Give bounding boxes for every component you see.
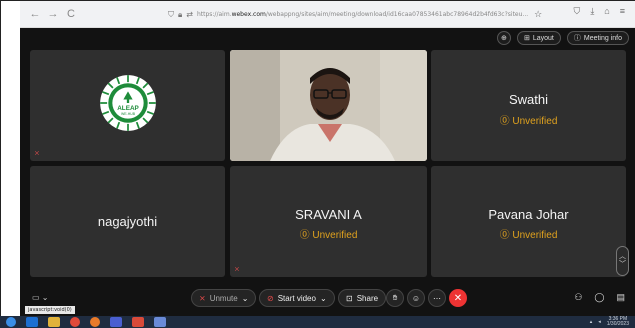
- chevron-up-icon[interactable]: ︿: [619, 253, 626, 261]
- reload-button[interactable]: C: [62, 5, 80, 23]
- layout-label: Layout: [532, 34, 554, 42]
- hand-icon: ✋︎: [392, 293, 398, 302]
- clock[interactable]: 3:36 PM 1/30/2023: [607, 317, 629, 327]
- grid-icon: ⊞: [523, 35, 530, 42]
- volume-icon[interactable]: ◂: [598, 319, 601, 325]
- participant-name: nagajyothi: [97, 214, 158, 229]
- participant-name: Swathi: [508, 92, 549, 107]
- apps-icon[interactable]: ▤: [616, 292, 625, 303]
- logo-text: ALEAP: [117, 105, 139, 112]
- start-video-button[interactable]: ⊘ Start video ⌄: [259, 289, 335, 307]
- reactions-button[interactable]: ☺: [407, 289, 425, 307]
- unverified-badge: ⓪ Unverified: [431, 226, 626, 241]
- unverified-label: Unverified: [312, 230, 358, 241]
- shield-icon: ⛉: [168, 9, 174, 19]
- permissions-icon: ⇄: [186, 10, 193, 19]
- cc-icon: ▭: [32, 293, 40, 302]
- bookmark-star-icon[interactable]: ☆: [534, 10, 542, 20]
- muted-mic-icon: ⨯: [234, 266, 240, 273]
- download-icon[interactable]: ⤓: [590, 6, 594, 17]
- os-taskbar: ▴ ◂ 3:36 PM 1/30/2023: [0, 316, 635, 328]
- chevron-down-icon: ⌄: [41, 293, 49, 302]
- chrome-icon[interactable]: [70, 317, 80, 327]
- browser-actions: ⛉ ⤓ ⌂ ≡: [574, 6, 625, 17]
- browser-toolbar: ← → C ⛉ 🔒︎ ⇄ https://aim. webex.com/webap…: [20, 1, 635, 28]
- unverified-label: Unverified: [512, 116, 558, 127]
- chevron-down-icon: ⌄: [241, 293, 249, 303]
- share-button[interactable]: ⊡ Share: [338, 289, 387, 307]
- participant-name: SRAVANI A: [295, 207, 362, 222]
- unmute-label: Unmute: [209, 293, 238, 303]
- video-off-icon: ⊘: [267, 293, 274, 303]
- participant-tile[interactable]: Swathi ⓪ Unverified: [431, 50, 626, 161]
- participant-tile[interactable]: SRAVANI A ⓪ Unverified ⨯: [230, 166, 427, 277]
- clock-date: 1/30/2023: [606, 321, 629, 327]
- url-prefix: https://aim.: [196, 11, 232, 18]
- right-panel-controls: ⚇ ◯ ▤: [574, 292, 625, 303]
- media-player-icon[interactable]: [110, 317, 122, 327]
- warning-icon: ⓪: [499, 116, 513, 127]
- more-options-button[interactable]: ⋯: [428, 289, 446, 307]
- meeting-controls: ▭ ⌄ javascript:void(0) ⨯ Unmute ⌄ ⊘ Star…: [20, 284, 635, 316]
- meeting-area: ⊕ ⊞ Layout ⓘ Meeting info ALEAP WE-HUB ⨯…: [20, 28, 635, 316]
- muted-mic-icon: ⨯: [34, 150, 40, 157]
- share-screen-icon: ⊡: [346, 293, 353, 303]
- menu-icon[interactable]: ≡: [620, 6, 625, 17]
- emoji-icon: ☺: [411, 293, 421, 303]
- info-icon: ⓘ: [573, 35, 581, 42]
- address-bar[interactable]: ⛉ 🔒︎ ⇄ https://aim. webex.com/webappng/si…: [168, 6, 568, 23]
- url-domain: webex.com: [231, 11, 266, 18]
- url-path: /webappng/sites/aim/meeting/download/id1…: [265, 11, 529, 18]
- tile-scroll-control[interactable]: ︿ ﹀: [616, 246, 629, 276]
- leave-meeting-button[interactable]: ✕: [449, 289, 467, 307]
- meeting-info-button[interactable]: ⓘ Meeting info: [566, 31, 629, 45]
- participants-icon[interactable]: ⚇: [574, 292, 582, 303]
- chat-icon[interactable]: ◯: [594, 292, 604, 303]
- office-icon[interactable]: [132, 317, 144, 327]
- more-icon: ⋯: [433, 293, 441, 303]
- network-icon[interactable]: ▴: [590, 319, 593, 325]
- layout-button[interactable]: ⊞ Layout: [516, 31, 561, 45]
- participant-tile[interactable]: nagajyothi: [30, 166, 225, 277]
- forward-button[interactable]: →: [44, 5, 62, 23]
- start-button-icon[interactable]: [6, 317, 16, 327]
- unverified-badge: ⓪ Unverified: [431, 112, 626, 127]
- warning-icon: ⓪: [299, 230, 313, 241]
- unmute-button[interactable]: ⨯ Unmute ⌄: [191, 289, 257, 307]
- logo-subtext: WE-HUB: [121, 112, 136, 116]
- unverified-label: Unverified: [512, 230, 558, 241]
- warning-icon: ⓪: [499, 230, 513, 241]
- firefox-icon[interactable]: [90, 317, 100, 327]
- photos-icon[interactable]: [154, 317, 166, 327]
- muted-mic-icon: ⨯: [199, 293, 206, 303]
- start-video-label: Start video: [277, 293, 316, 303]
- close-icon: ✕: [453, 292, 463, 304]
- participant-tile-video[interactable]: [230, 50, 427, 161]
- status-bar-tooltip: javascript:void(0): [25, 306, 75, 314]
- participant-name: Pavana Johar: [488, 207, 569, 222]
- system-tray: ▴ ◂ 3:36 PM 1/30/2023: [590, 317, 629, 327]
- participant-tile-logo[interactable]: ALEAP WE-HUB ⨯: [30, 50, 225, 161]
- zoom-icon[interactable]: ⊕: [496, 31, 511, 45]
- back-button[interactable]: ←: [26, 5, 44, 23]
- edge-icon[interactable]: [26, 317, 38, 327]
- meeting-topbar: ⊕ ⊞ Layout ⓘ Meeting info: [496, 31, 629, 45]
- chevron-down-icon[interactable]: ﹀: [619, 261, 626, 269]
- meeting-info-label: Meeting info: [583, 34, 622, 42]
- extensions-icon[interactable]: ⌂: [604, 6, 609, 17]
- unverified-badge: ⓪ Unverified: [230, 226, 427, 241]
- participant-tile[interactable]: Pavana Johar ⓪ Unverified: [431, 166, 626, 277]
- raise-hand-button[interactable]: ✋︎: [386, 289, 404, 307]
- participant-video: [230, 50, 427, 161]
- file-explorer-icon[interactable]: [48, 317, 60, 327]
- lock-icon: 🔒︎: [178, 9, 183, 19]
- pocket-icon[interactable]: ⛉: [574, 6, 581, 17]
- share-label: Share: [356, 293, 379, 303]
- aleap-logo: ALEAP WE-HUB: [100, 75, 156, 131]
- chevron-down-icon: ⌄: [319, 293, 327, 303]
- captions-toggle[interactable]: ▭ ⌄: [32, 293, 49, 302]
